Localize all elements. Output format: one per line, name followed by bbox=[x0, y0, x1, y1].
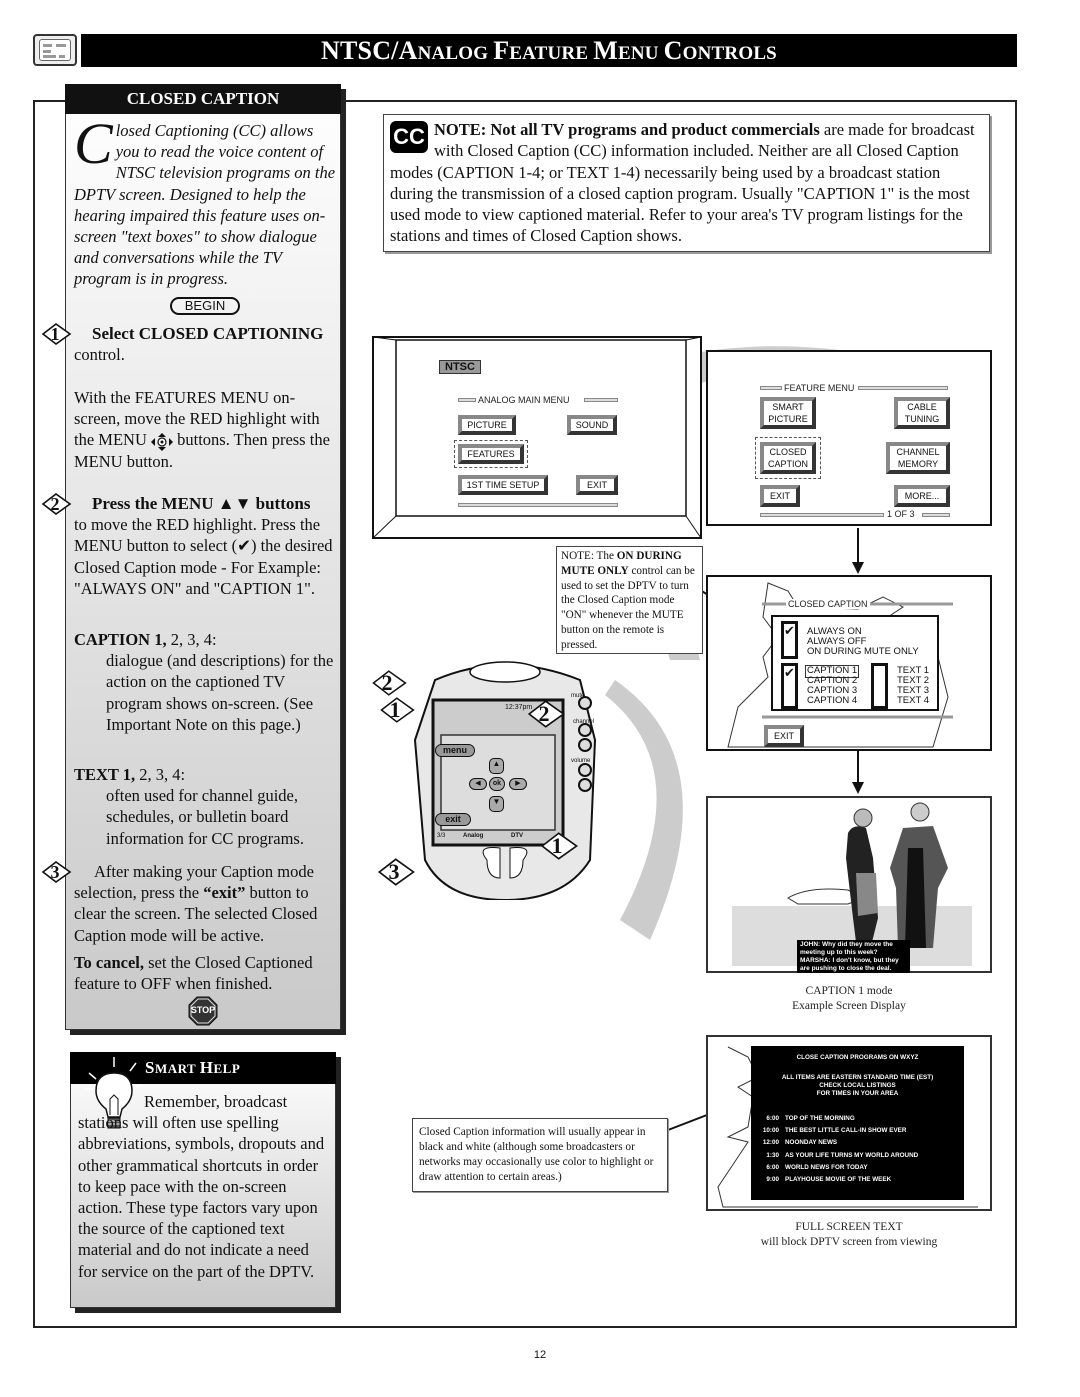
feature-exit-button[interactable]: EXIT bbox=[760, 485, 800, 507]
menu-button[interactable]: menu bbox=[435, 744, 475, 757]
option-text-4[interactable]: TEXT 4 bbox=[897, 695, 929, 707]
text-definition: TEXT 1, 2, 3, 4: often used for channel … bbox=[74, 765, 304, 848]
exit-button[interactable]: EXIT bbox=[576, 475, 618, 495]
remote-step-marker: 2 bbox=[527, 700, 567, 728]
page-label: 3/3 bbox=[437, 833, 446, 839]
option-on-during-mute-only[interactable]: ON DURING MUTE ONLY bbox=[807, 646, 919, 658]
analog-main-menu-screen: NTSC ANALOG MAIN MENU PICTURE SOUND FEAT… bbox=[372, 336, 702, 539]
remote-exit-button[interactable]: exit bbox=[435, 813, 471, 826]
caption-checkbox[interactable]: ✔ bbox=[781, 663, 798, 709]
smart-picture-button[interactable]: SMART PICTURE bbox=[760, 397, 816, 429]
smart-help-title: SMART HELP bbox=[145, 1058, 241, 1077]
remote-step-marker: 2 bbox=[372, 670, 408, 696]
feature-menu-screen: FEATURE MENU SMART PICTURE CABLE TUNING … bbox=[706, 350, 992, 526]
tv-menu-icon bbox=[33, 34, 77, 66]
cc-note-box: CC NOTE: Not all TV programs and product… bbox=[383, 114, 990, 252]
down-button[interactable]: ▼ bbox=[489, 796, 504, 812]
cc-logo-icon: CC bbox=[390, 121, 428, 153]
caption-overlay: JOHN: Why did they move the meeting up t… bbox=[797, 940, 910, 973]
closed-caption-button[interactable]: CLOSED CAPTION bbox=[755, 437, 821, 479]
channel-memory-button[interactable]: CHANNEL MEMORY bbox=[886, 442, 950, 474]
channel-label: channel bbox=[573, 719, 595, 725]
mute-label: mute bbox=[571, 693, 585, 699]
intro-paragraph: Closed Captioning (CC) allows you to rea… bbox=[74, 111, 336, 289]
option-caption-4[interactable]: CAPTION 4 bbox=[807, 695, 857, 707]
page-title: NTSC/ANALOG FEATURE MENU CONTROLS bbox=[81, 34, 1017, 67]
more-button[interactable]: MORE... bbox=[894, 485, 950, 507]
cc-exit-button[interactable]: EXIT bbox=[764, 725, 804, 747]
checkmark-icon: ✔ bbox=[237, 536, 251, 556]
cable-tuning-button[interactable]: CABLE TUNING bbox=[894, 397, 950, 429]
picture-button[interactable]: PICTURE bbox=[458, 415, 516, 435]
closed-caption-menu-title: CLOSED CAPTION bbox=[786, 599, 870, 609]
ok-button[interactable]: ok bbox=[489, 777, 505, 791]
step-3-text: After making your Caption mode selection… bbox=[74, 862, 318, 945]
first-time-setup-button[interactable]: 1ST TIME SETUP bbox=[458, 475, 548, 495]
begin-badge: BEGIN bbox=[170, 297, 240, 315]
features-button[interactable]: FEATURES bbox=[454, 440, 528, 468]
listing-heading: CLOSE CAPTION PROGRAMS ON WXYZ bbox=[796, 1054, 919, 1061]
remote-step-marker: 1 bbox=[380, 697, 416, 723]
analog-label: Analog bbox=[463, 833, 484, 839]
remote-step-marker: 3 bbox=[377, 858, 416, 886]
closed-caption-heading: CLOSED CAPTION bbox=[65, 84, 341, 114]
ntsc-badge: NTSC bbox=[439, 360, 481, 374]
menu-dpad-icon bbox=[151, 432, 173, 451]
remote-control: 12:37pm mute channel volume menu ▲ ◀ ok … bbox=[405, 660, 605, 900]
step-1-marker: 1 bbox=[41, 323, 72, 345]
step-2-text: Press the MENU ▲▼ buttons to move the RE… bbox=[74, 494, 333, 598]
step-1-instructions: With the FEATURES MENU on-screen, move t… bbox=[74, 388, 330, 471]
text-checkbox[interactable] bbox=[871, 663, 888, 709]
page-indicator: 1 OF 3 bbox=[887, 509, 915, 519]
step-1-text: Select CLOSED CAPTIONING control. bbox=[74, 324, 324, 365]
caption-example-label: CAPTION 1 mode Example Screen Display bbox=[792, 985, 906, 1012]
left-button[interactable]: ◀ bbox=[469, 778, 487, 790]
page-number: 12 bbox=[533, 1349, 547, 1361]
analog-main-menu-title: ANALOG MAIN MENU bbox=[478, 395, 570, 405]
right-button[interactable]: ▶ bbox=[509, 778, 527, 790]
caption-options-box: ✔ ALWAYS ON ALWAYS OFF ON DURING MUTE ON… bbox=[771, 615, 939, 711]
mute-note: NOTE: The ON DURING MUTE ONLY control ca… bbox=[556, 546, 703, 654]
program-listing: CLOSE CAPTION PROGRAMS ON WXYZ ALL ITEMS… bbox=[751, 1046, 964, 1200]
stop-icon: STOP bbox=[188, 996, 218, 1026]
sound-button[interactable]: SOUND bbox=[567, 415, 617, 435]
feature-menu-title: FEATURE MENU bbox=[784, 383, 855, 393]
step-3-marker: 3 bbox=[41, 861, 72, 883]
mode-checkbox[interactable]: ✔ bbox=[781, 621, 798, 659]
remote-step-marker: 1 bbox=[540, 832, 580, 860]
color-note: Closed Caption information will usually … bbox=[412, 1118, 668, 1192]
drop-cap: C bbox=[74, 111, 113, 176]
dtv-label: DTV bbox=[511, 833, 523, 839]
full-screen-text-label: FULL SCREEN TEXT will block DPTV screen … bbox=[760, 1221, 938, 1248]
up-button[interactable]: ▲ bbox=[489, 758, 504, 774]
caption-definition: CAPTION 1, 2, 3, 4: dialogue (and descri… bbox=[74, 630, 334, 734]
volume-label: volume bbox=[571, 758, 591, 764]
smart-help-text: Remember, broadcast stations will often … bbox=[78, 1092, 325, 1281]
step-2-marker: 2 bbox=[41, 493, 72, 515]
cancel-note: To cancel, set the Closed Captioned feat… bbox=[74, 953, 313, 994]
